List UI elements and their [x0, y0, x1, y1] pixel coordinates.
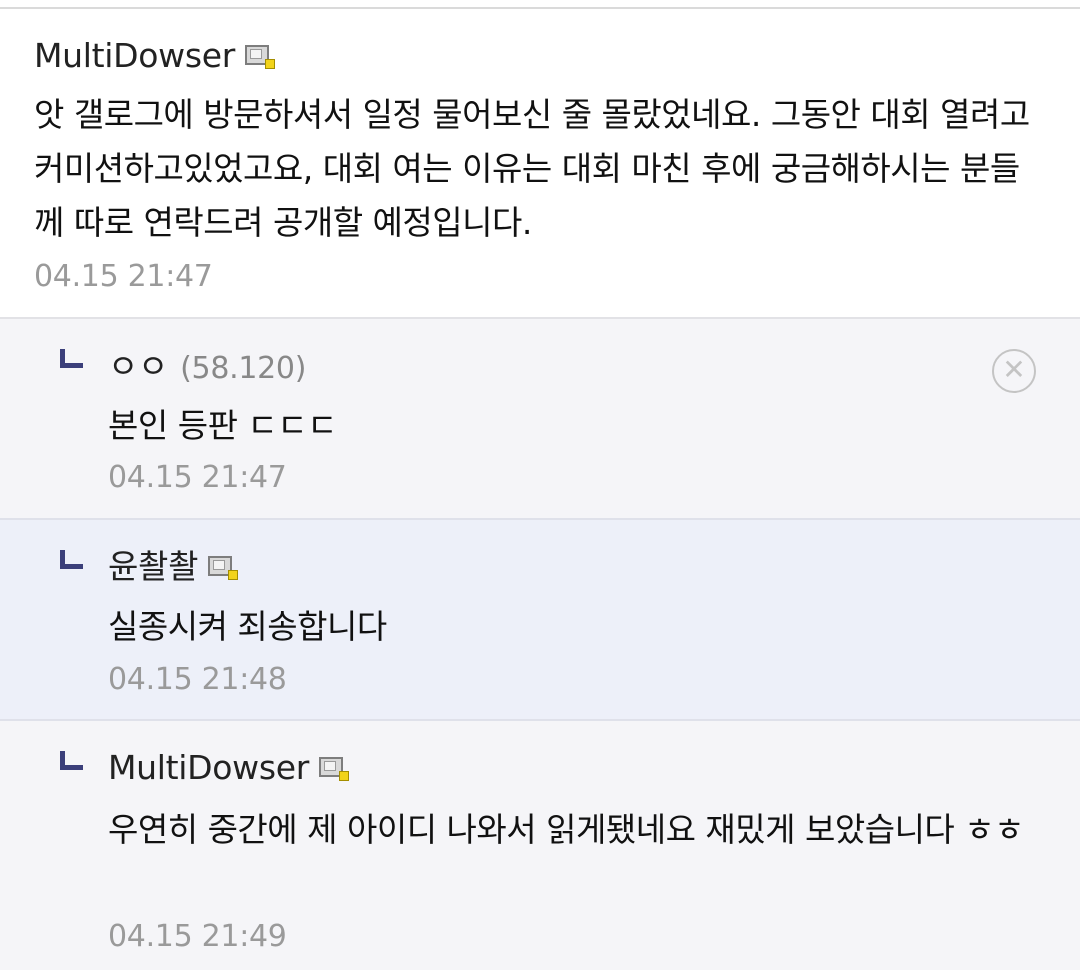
reply-body: 실종시켜 죄송합니다	[108, 607, 387, 646]
gallery-user-icon	[319, 757, 350, 781]
author-nickname[interactable]: 윤촬촬	[108, 547, 198, 586]
author-nickname[interactable]: MultiDowser	[108, 748, 309, 787]
reply-item: ㅇㅇ (58.120) ✕ 본인 등판 ㄷㄷㄷ 04.15 21:47	[0, 319, 1080, 520]
reply-author[interactable]: MultiDowser	[108, 748, 350, 788]
comment-date: 04.15 21:47	[34, 259, 213, 294]
close-circle-icon[interactable]: ✕	[992, 349, 1036, 393]
reply-date: 04.15 21:48	[108, 662, 287, 697]
comment-main: MultiDowser 앗 갤로그에 방문하셔서 일정 물어보신 줄 몰랐었네요…	[0, 9, 1080, 319]
reply-arrow-icon	[60, 349, 83, 368]
reply-body: 본인 등판 ㄷㄷㄷ	[108, 406, 338, 445]
top-divider	[0, 0, 1080, 9]
reply-item: MultiDowser 우연히 중간에 제 아이디 나와서 읽게됐네요 재밌게 …	[0, 721, 1080, 970]
author-ip: (58.120)	[180, 351, 307, 386]
reply-arrow-icon	[60, 751, 83, 770]
comment-body: 앗 갤로그에 방문하셔서 일정 물어보신 줄 몰랐었네요. 그동안 대회 열려고…	[34, 95, 1030, 242]
author-nickname[interactable]: ㅇㅇ	[108, 347, 168, 386]
gallery-user-icon	[245, 45, 276, 69]
reply-arrow-icon	[60, 550, 83, 569]
author-nickname[interactable]: MultiDowser	[34, 36, 235, 75]
comment-author[interactable]: MultiDowser	[34, 36, 276, 76]
reply-author[interactable]: 윤촬촬	[108, 547, 239, 587]
reply-date: 04.15 21:49	[108, 919, 287, 954]
reply-body: 우연히 중간에 제 아이디 나와서 읽게됐네요 재밌게 보았습니다 ㅎㅎ	[108, 810, 1025, 849]
reply-item: 윤촬촬 실종시켜 죄송합니다 04.15 21:48	[0, 520, 1080, 721]
gallery-user-icon	[208, 556, 239, 580]
reply-date: 04.15 21:47	[108, 460, 287, 495]
reply-author[interactable]: ㅇㅇ (58.120)	[108, 347, 306, 389]
